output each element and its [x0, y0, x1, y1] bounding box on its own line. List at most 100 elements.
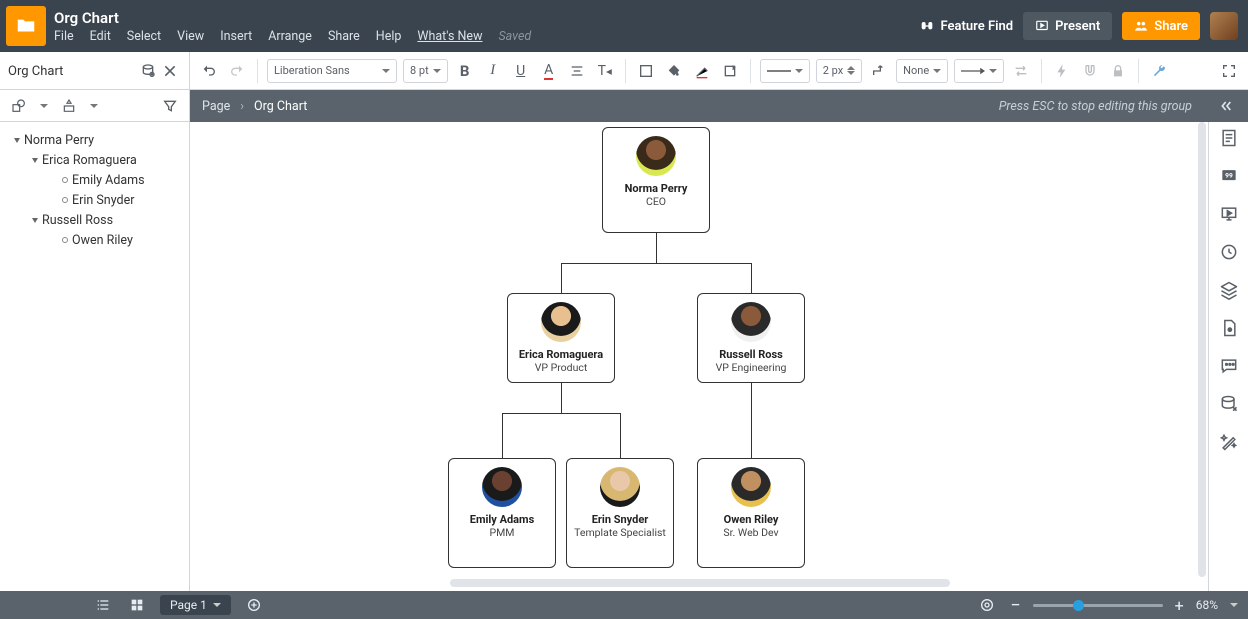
page-selector[interactable]: Page 1 — [160, 595, 231, 615]
zoom-caret[interactable] — [1230, 603, 1238, 607]
comments-panel-icon[interactable]: 99 — [1219, 166, 1239, 186]
menu-edit[interactable]: Edit — [90, 29, 111, 44]
share-button[interactable]: Share — [1122, 12, 1200, 40]
shape-add-caret[interactable] — [90, 104, 98, 108]
outline-node[interactable]: Russell Ross — [6, 210, 183, 230]
fullscreen-icon[interactable] — [1218, 60, 1240, 82]
page-panel-icon[interactable] — [1219, 318, 1239, 338]
org-card[interactable]: Norma Perry CEO — [602, 127, 710, 233]
menu-insert[interactable]: Insert — [220, 29, 252, 44]
line-width-select[interactable]: 2 px — [816, 59, 862, 83]
outline-node[interactable]: Erin Snyder — [6, 190, 183, 210]
filter-icon[interactable] — [159, 95, 181, 117]
outline-label: Erin Snyder — [72, 193, 134, 208]
breadcrumb-row: Page › Org Chart Press ESC to stop editi… — [0, 90, 1248, 122]
document-title[interactable]: Org Chart — [54, 9, 531, 27]
fill-bucket-icon[interactable] — [663, 60, 685, 82]
target-icon[interactable] — [976, 594, 998, 616]
svg-text:99: 99 — [1225, 172, 1233, 180]
endpoint-left-select[interactable]: None — [896, 59, 948, 83]
org-card[interactable]: Russell Ross VP Engineering — [697, 293, 805, 383]
add-page-icon[interactable] — [243, 594, 265, 616]
zoom-value[interactable]: 68% — [1196, 598, 1218, 612]
magic-panel-icon[interactable] — [1219, 432, 1239, 452]
connector[interactable] — [656, 233, 657, 263]
shape-options-icon[interactable] — [719, 60, 741, 82]
connector[interactable] — [561, 383, 562, 413]
layers-panel-icon[interactable] — [1219, 280, 1239, 300]
panel-settings-icon[interactable] — [137, 60, 159, 82]
breadcrumb-root[interactable]: Page — [202, 99, 230, 114]
menu-file[interactable]: File — [54, 29, 74, 44]
line-routing-icon[interactable] — [868, 60, 890, 82]
underline-icon[interactable]: U — [510, 60, 532, 82]
swap-endpoints-icon[interactable] — [1010, 60, 1032, 82]
menu-view[interactable]: View — [177, 29, 204, 44]
line-color-icon[interactable] — [691, 60, 713, 82]
italic-icon[interactable]: I — [482, 60, 504, 82]
endpoint-right-select[interactable] — [954, 59, 1004, 83]
collapse-right-panel-icon[interactable] — [1214, 95, 1236, 117]
connector[interactable] — [561, 263, 562, 293]
data-panel-icon[interactable] — [1219, 394, 1239, 414]
canvas[interactable]: Norma Perry CEO Erica Romaguera VP Produ… — [190, 122, 1208, 591]
menu-help[interactable]: Help — [376, 29, 402, 44]
connector[interactable] — [751, 383, 752, 458]
avatar-photo — [636, 136, 676, 176]
text-options-icon[interactable]: T◂ — [594, 60, 616, 82]
app-logo[interactable] — [6, 6, 46, 46]
org-card[interactable]: Erica Romaguera VP Product — [507, 293, 615, 383]
menu-share[interactable]: Share — [328, 29, 360, 44]
font-size-select[interactable]: 8 pt — [403, 59, 448, 83]
chevron-right-icon: › — [240, 99, 244, 114]
notes-panel-icon[interactable] — [1219, 128, 1239, 148]
connector[interactable] — [751, 263, 752, 293]
bold-icon[interactable]: B — [454, 60, 476, 82]
slides-panel-icon[interactable] — [1219, 204, 1239, 224]
org-card[interactable]: Owen Riley Sr. Web Dev — [697, 458, 805, 568]
menu-select[interactable]: Select — [127, 29, 161, 44]
org-card[interactable]: Erin Snyder Template Specialist — [566, 458, 674, 568]
menu-arrange[interactable]: Arrange — [268, 29, 312, 44]
chat-panel-icon[interactable] — [1219, 356, 1239, 376]
grid-view-icon[interactable] — [126, 594, 148, 616]
shape-picker-caret[interactable] — [40, 104, 48, 108]
org-card[interactable]: Emily Adams PMM — [448, 458, 556, 568]
redo-icon[interactable] — [226, 60, 248, 82]
font-family-select[interactable]: Liberation Sans — [267, 59, 397, 83]
connector[interactable] — [502, 413, 620, 414]
horizontal-scrollbar[interactable] — [450, 579, 950, 587]
lock-icon[interactable] — [1107, 60, 1129, 82]
breadcrumb-current[interactable]: Org Chart — [254, 99, 307, 114]
history-panel-icon[interactable] — [1219, 242, 1239, 262]
card-name: Russell Ross — [704, 348, 798, 361]
text-color-icon[interactable]: A — [538, 60, 560, 82]
user-avatar[interactable] — [1210, 12, 1238, 40]
align-icon[interactable] — [566, 60, 588, 82]
list-view-icon[interactable] — [92, 594, 114, 616]
outline-node[interactable]: Norma Perry — [6, 130, 183, 150]
present-button[interactable]: Present — [1023, 12, 1112, 40]
feature-find-button[interactable]: Feature Find — [919, 18, 1014, 34]
wrench-icon[interactable] — [1148, 60, 1170, 82]
vertical-scrollbar[interactable] — [1198, 122, 1206, 577]
outline-node[interactable]: Erica Romaguera — [6, 150, 183, 170]
shape-add-icon[interactable] — [58, 95, 80, 117]
action-icon[interactable] — [1051, 60, 1073, 82]
connector[interactable] — [502, 413, 503, 458]
card-name: Emily Adams — [455, 513, 549, 526]
menu-whats-new[interactable]: What's New — [417, 29, 482, 44]
connector[interactable] — [620, 413, 621, 458]
line-style-select[interactable] — [760, 59, 810, 83]
zoom-slider[interactable] — [1033, 604, 1163, 607]
outline-node[interactable]: Emily Adams — [6, 170, 183, 190]
magnet-icon[interactable] — [1079, 60, 1101, 82]
shape-picker-icon[interactable] — [8, 95, 30, 117]
outline-node[interactable]: Owen Riley — [6, 230, 183, 250]
fill-box-icon[interactable] — [635, 60, 657, 82]
zoom-out-icon[interactable]: − — [1010, 595, 1020, 616]
undo-icon[interactable] — [198, 60, 220, 82]
zoom-in-icon[interactable]: + — [1175, 596, 1184, 615]
connector[interactable] — [561, 263, 751, 264]
panel-close-icon[interactable] — [159, 60, 181, 82]
